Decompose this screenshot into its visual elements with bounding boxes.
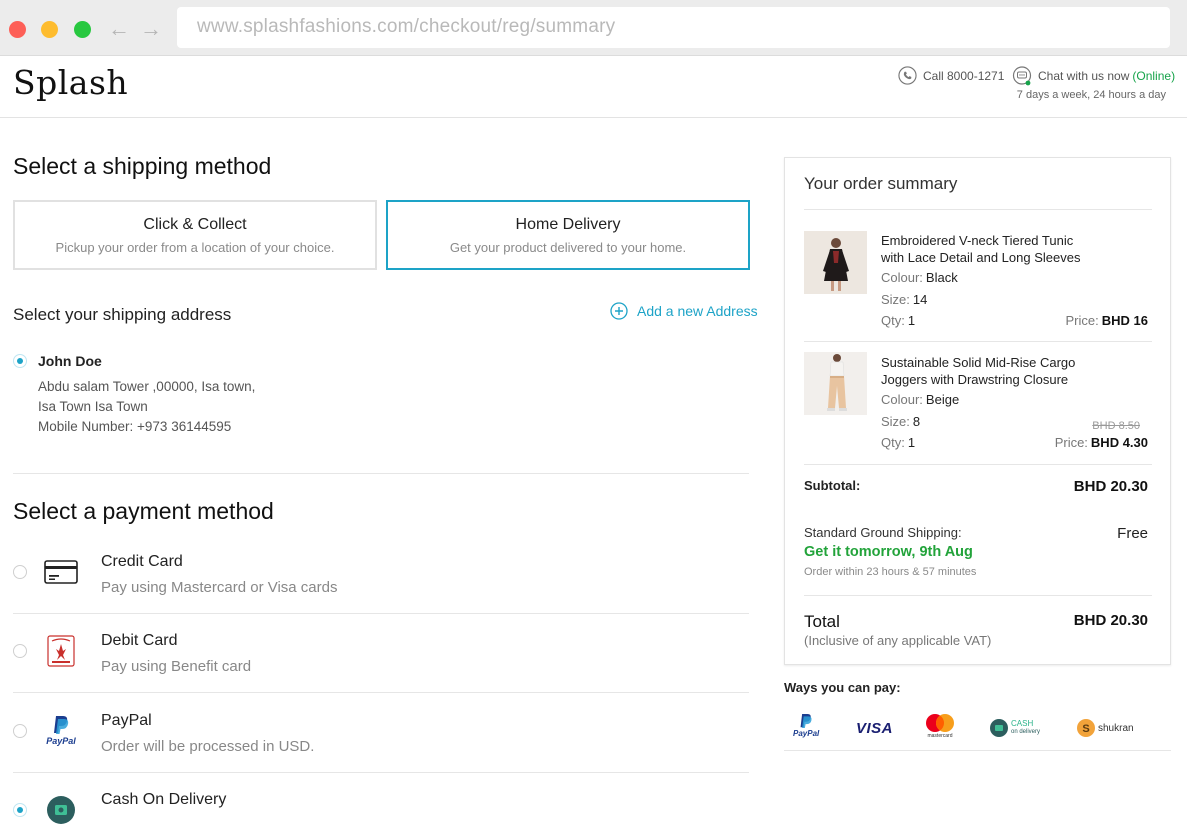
paypal-desc: Order will be processed in USD. (101, 738, 315, 755)
chat-label: Chat with us now (1038, 69, 1130, 83)
address-line-2: Isa Town Isa Town (38, 399, 148, 414)
payment-divider (13, 692, 749, 693)
click-collect-subtitle: Pickup your order from a location of you… (55, 240, 335, 255)
paypal-radio[interactable] (13, 724, 27, 738)
home-delivery-subtitle: Get your product delivered to your home. (449, 240, 687, 255)
mastercard-logo-icon: mastercard (924, 713, 956, 743)
shipping-label: Standard Ground Shipping: (804, 525, 962, 540)
order-summary: Your order summary Embroidered V-neck Ti… (784, 157, 1171, 665)
payment-divider (13, 613, 749, 614)
summary-divider (804, 595, 1152, 596)
paypal-logo-icon: PayPal (793, 713, 819, 743)
call-label: Call 8000-1271 (923, 68, 1005, 83)
total-value: BHD 20.30 (1073, 612, 1148, 629)
plus-circle-icon (610, 302, 628, 320)
address-name: John Doe (38, 353, 102, 369)
subtotal-value: BHD 20.30 (1073, 478, 1148, 495)
click-collect-option[interactable]: Click & Collect Pickup your order from a… (13, 200, 377, 270)
chat-icon (1012, 66, 1032, 86)
section-divider (13, 473, 749, 474)
address-radio[interactable] (13, 354, 27, 368)
item-qty: Qty: 1 (881, 313, 916, 328)
add-address-button[interactable]: Add a new Address (610, 302, 758, 320)
summary-divider (804, 209, 1152, 210)
item-size: Size: 14 (881, 292, 928, 307)
item-name[interactable]: Embroidered V-neck Tiered Tunic with Lac… (881, 232, 1096, 266)
total-vat-note: (Inclusive of any applicable VAT) (804, 633, 992, 648)
credit-card-icon (44, 555, 78, 589)
window-close-button[interactable] (9, 21, 26, 38)
shukran-logo-icon: S shukran (1076, 713, 1134, 743)
svg-text:S: S (1082, 723, 1089, 735)
summary-divider (804, 341, 1152, 342)
summary-divider (804, 464, 1152, 465)
credit-card-desc: Pay using Mastercard or Visa cards (101, 579, 338, 596)
item-colour: Colour: Black (881, 270, 958, 285)
chat-link[interactable]: Chat with us now (Online) (1012, 66, 1175, 86)
credit-card-label[interactable]: Credit Card (101, 553, 183, 571)
window-minimize-button[interactable] (41, 21, 58, 38)
forward-arrow-icon[interactable]: → (140, 16, 162, 42)
total-label: Total (804, 612, 840, 631)
item-old-price: BHD 8.50 (1092, 420, 1140, 432)
back-arrow-icon[interactable]: ← (108, 16, 130, 42)
visa-logo-icon: VISA (856, 719, 894, 737)
call-link[interactable]: Call 8000-1271 (898, 66, 1004, 85)
cash-on-delivery-label[interactable]: Cash On Delivery (101, 791, 226, 809)
shipping-cost: Free (1117, 525, 1148, 542)
url-text: www.splashfashions.com/checkout/reg/summ… (197, 16, 616, 37)
shipping-address-title: Select your shipping address (13, 305, 232, 324)
product-image-tunic[interactable] (804, 231, 867, 294)
phone-icon (898, 66, 917, 85)
cash-on-delivery-logo-icon: CASH on delivery (989, 713, 1040, 743)
browser-chrome: ← → www.splashfashions.com/checkout/reg/… (0, 0, 1187, 56)
address-line-1: Abdu salam Tower ,00000, Isa town, (38, 379, 256, 394)
home-delivery-title: Home Delivery (515, 216, 621, 233)
product-image-joggers[interactable] (804, 352, 867, 415)
logo[interactable]: Splash (13, 63, 128, 102)
shipping-order-within: Order within 23 hours & 57 minutes (804, 566, 977, 578)
payment-method-title: Select a payment method (13, 498, 274, 524)
window-maximize-button[interactable] (74, 21, 91, 38)
shipping-method-title: Select a shipping method (13, 153, 272, 179)
ways-to-pay-logos: PayPal VISA mastercard CASH on delivery … (784, 705, 1171, 751)
debit-card-desc: Pay using Benefit card (101, 658, 252, 675)
item-price: Price: BHD 4.30 (1054, 435, 1148, 450)
cash-on-delivery-radio[interactable] (13, 803, 27, 817)
credit-card-radio[interactable] (13, 565, 27, 579)
address-bar[interactable]: www.splashfashions.com/checkout/reg/summ… (177, 7, 1170, 48)
debit-card-label[interactable]: Debit Card (101, 632, 177, 650)
add-address-label: Add a new Address (637, 303, 758, 319)
item-size: Size: 8 (881, 414, 921, 429)
paypal-icon: PayPal (44, 713, 78, 747)
ways-to-pay-title: Ways you can pay: (784, 680, 901, 695)
paypal-wordmark: PayPal (46, 735, 76, 746)
support-hours: 7 days a week, 24 hours a day (1016, 89, 1166, 101)
shipping-eta: Get it tomorrow, 9th Aug (804, 544, 973, 560)
address-mobile: Mobile Number: +973 36144595 (38, 419, 232, 434)
order-summary-title: Your order summary (804, 174, 958, 193)
item-price: Price: BHD 16 (1065, 313, 1148, 328)
item-colour: Colour: Beige (881, 392, 960, 407)
paypal-label[interactable]: PayPal (101, 712, 152, 730)
site-header: Splash Call 8000-1271 Chat with us now (… (0, 56, 1187, 118)
chat-status: (Online) (1132, 69, 1176, 83)
item-qty: Qty: 1 (881, 435, 916, 450)
payment-divider (13, 772, 749, 773)
click-collect-title: Click & Collect (143, 216, 247, 233)
cash-icon (44, 793, 78, 827)
benefit-card-icon (44, 634, 78, 668)
item-name[interactable]: Sustainable Solid Mid-Rise Cargo Joggers… (881, 354, 1096, 388)
debit-card-radio[interactable] (13, 644, 27, 658)
home-delivery-option[interactable]: Home Delivery Get your product delivered… (386, 200, 750, 270)
subtotal-label: Subtotal: (804, 478, 861, 493)
